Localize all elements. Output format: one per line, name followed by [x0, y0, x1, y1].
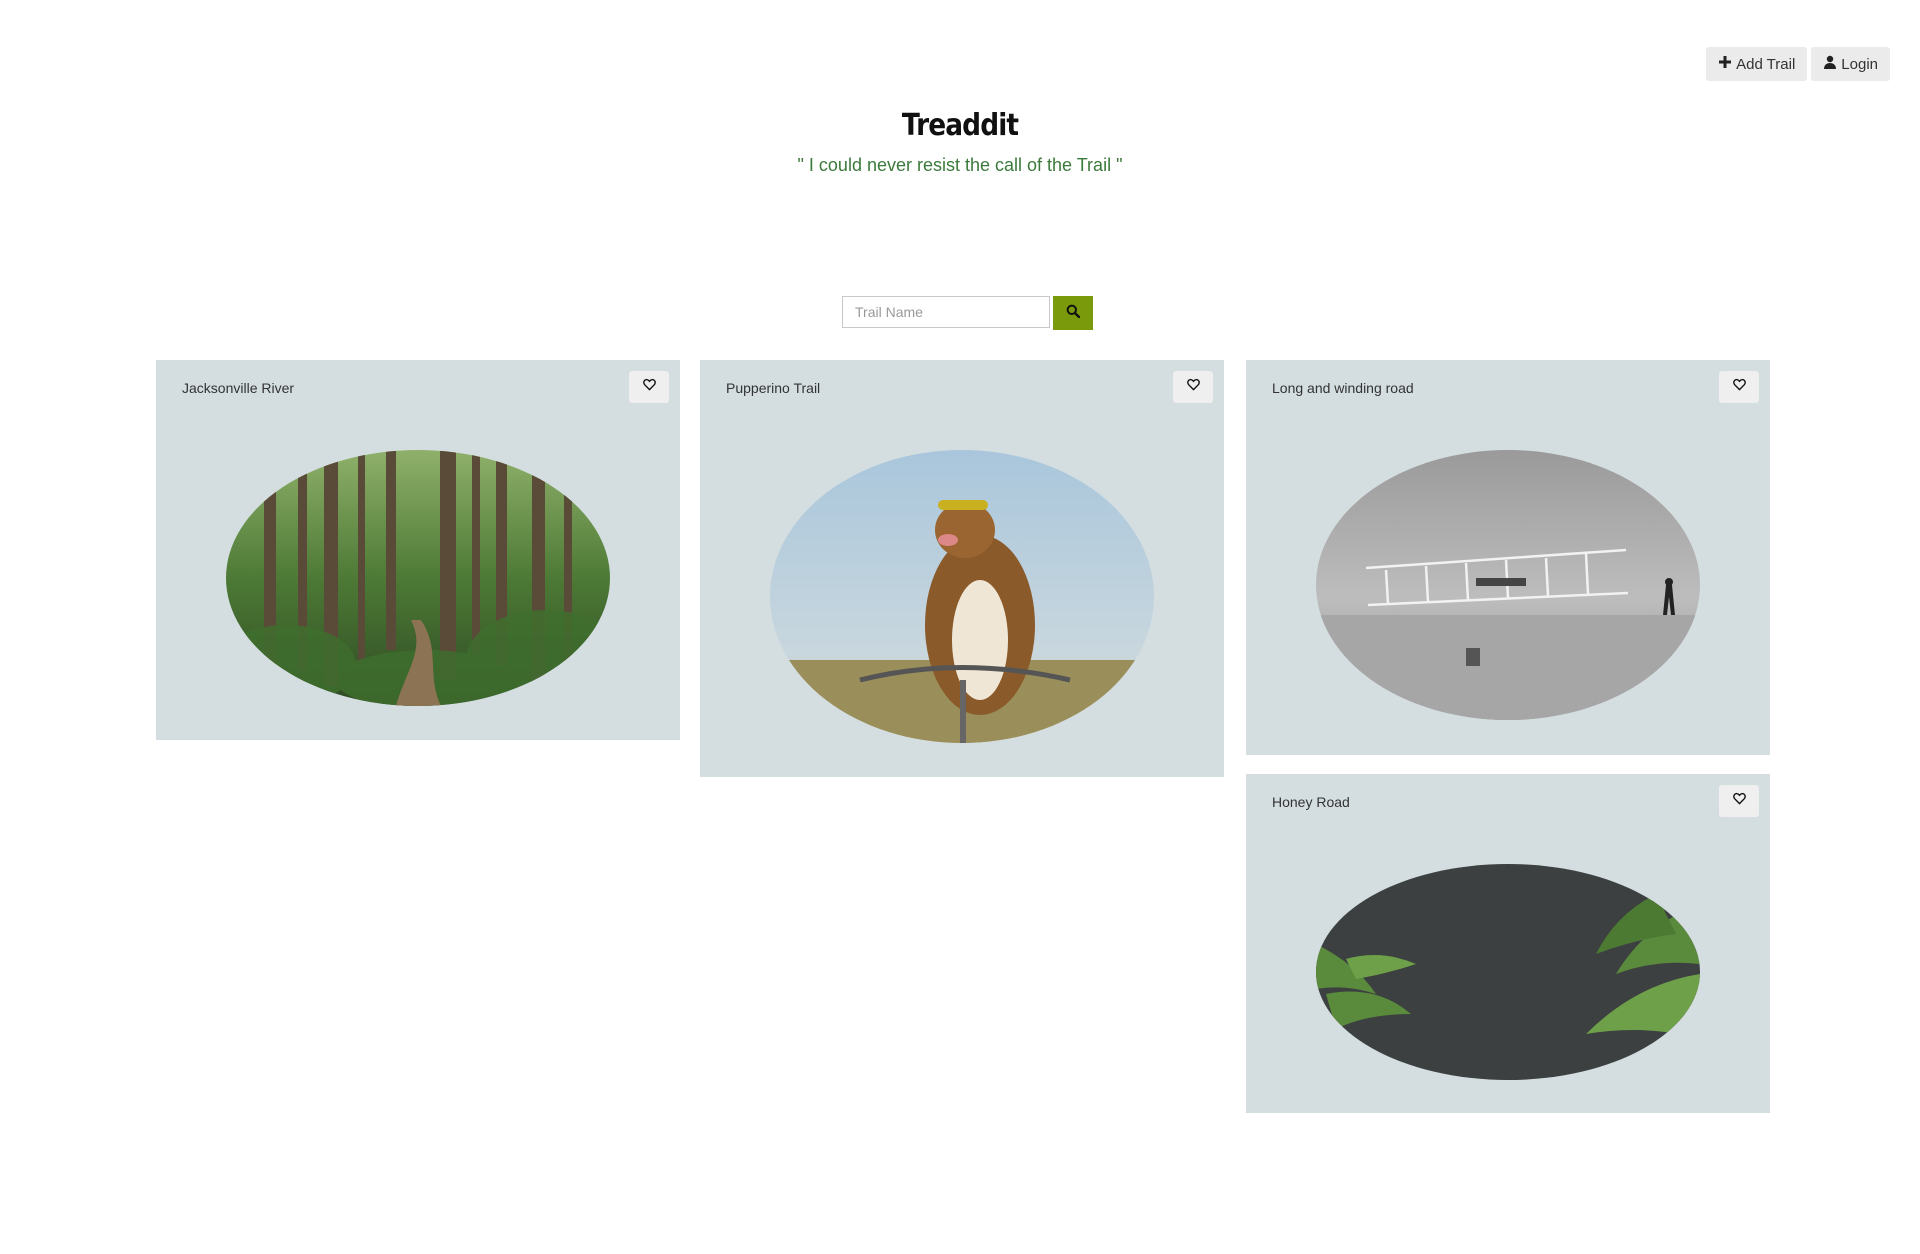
trail-card[interactable]: Long and winding road	[1246, 360, 1770, 755]
add-trail-button[interactable]: Add Trail	[1706, 47, 1808, 81]
trail-image	[1316, 864, 1700, 1080]
user-icon	[1823, 55, 1837, 73]
trail-image	[226, 450, 610, 706]
trail-card-title: Pupperino Trail	[726, 380, 821, 396]
trail-card[interactable]: Pupperino Trail	[700, 360, 1224, 777]
header: Treaddit " I could never resist the call…	[0, 108, 1920, 176]
login-button[interactable]: Login	[1811, 47, 1890, 81]
favorite-button[interactable]	[1719, 371, 1759, 403]
favorite-button[interactable]	[629, 371, 669, 403]
trail-card[interactable]: Honey Road	[1246, 774, 1770, 1113]
favorite-button[interactable]	[1173, 371, 1213, 403]
heart-icon	[1732, 792, 1746, 810]
plus-icon	[1718, 55, 1732, 73]
search-button[interactable]	[1053, 296, 1093, 330]
search-icon	[1066, 304, 1081, 323]
page: Add Trail Login Treaddit " I could never…	[0, 0, 1920, 1254]
favorite-button[interactable]	[1719, 785, 1759, 817]
login-label: Login	[1841, 55, 1878, 73]
trail-card-title: Long and winding road	[1272, 380, 1414, 396]
trail-card-title: Honey Road	[1272, 794, 1350, 810]
trail-card-title: Jacksonville River	[182, 380, 295, 396]
trail-image	[770, 450, 1154, 743]
heart-icon	[642, 378, 656, 396]
site-title: Treaddit	[901, 108, 1019, 143]
tagline: " I could never resist the call of the T…	[797, 155, 1123, 175]
search-bar	[842, 296, 1093, 330]
add-trail-label: Add Trail	[1736, 55, 1796, 73]
trail-card[interactable]: Jacksonville River	[156, 360, 680, 740]
trail-name-input[interactable]	[842, 296, 1050, 328]
trail-image	[1316, 450, 1700, 720]
top-nav: Add Trail Login	[1706, 47, 1890, 81]
heart-icon	[1186, 378, 1200, 396]
heart-icon	[1732, 378, 1746, 396]
